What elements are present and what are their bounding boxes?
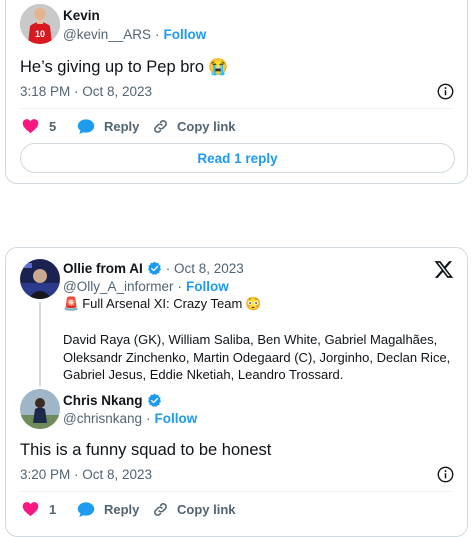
svg-text:10: 10 <box>35 29 45 39</box>
separator-dot: · <box>146 411 151 426</box>
tweet-timestamp[interactable]: 3:18 PM · Oct 8, 2023 <box>20 84 152 99</box>
verified-badge-icon <box>147 261 162 276</box>
lineup-line: Gabriel Jesus, Eddie Nketiah, Leandro Tr… <box>63 367 344 382</box>
tweet-timestamp[interactable]: 3:20 PM · Oct 8, 2023 <box>20 467 152 482</box>
tweet-text: This is a funny squad to be honest <box>20 441 272 459</box>
loudly-crying-emoji: 😭 <box>208 59 228 76</box>
reply-bubble-icon <box>77 501 95 518</box>
reply-bubble-icon <box>77 118 95 135</box>
like-action[interactable]: 5 <box>22 118 56 134</box>
quoted-headline: Full Arsenal XI: Crazy Team <box>82 296 243 311</box>
embedded-tweet-card: 10 Kevin @kevin__ARS · Follow He’s givin… <box>5 0 468 184</box>
follow-button[interactable]: Follow <box>155 411 198 426</box>
divider <box>20 491 453 492</box>
tweet-text: He’s giving up to Pep bro <box>20 57 205 76</box>
divider <box>20 108 453 109</box>
quoted-user-name[interactable]: Ollie from AI <box>63 261 143 276</box>
follow-button[interactable]: Follow <box>164 27 207 42</box>
separator-dot: · <box>155 27 160 42</box>
quoted-follow-button[interactable]: Follow <box>186 279 229 294</box>
like-action[interactable]: 1 <box>22 501 56 517</box>
quoted-lineup: David Raya (GK), William Saliba, Ben Whi… <box>63 331 451 384</box>
read-replies-button[interactable]: Read 1 reply <box>20 143 455 173</box>
reply-label: Reply <box>104 502 140 517</box>
user-name[interactable]: Kevin <box>63 8 100 23</box>
verified-badge-icon <box>147 393 162 408</box>
thread-connector-line <box>39 302 41 386</box>
heart-icon <box>22 501 39 517</box>
quoted-date[interactable]: · Oct 8, 2023 <box>166 261 244 276</box>
reply-action[interactable]: Reply <box>77 501 139 518</box>
embedded-tweet-card: Ollie from AI · Oct 8, 2023 @Olly_A_info… <box>5 247 468 537</box>
police-light-emoji: 🚨 <box>63 295 80 311</box>
reply-label: Reply <box>104 119 140 134</box>
link-icon <box>152 501 169 518</box>
user-handle[interactable]: @chrisnkang <box>63 411 142 426</box>
user-handle[interactable]: @kevin__ARS <box>63 27 151 42</box>
heart-icon <box>22 118 39 134</box>
copy-link-label: Copy link <box>177 502 236 517</box>
link-icon <box>152 118 169 135</box>
avatar[interactable]: 10 <box>20 4 60 44</box>
quoted-user-handle[interactable]: @Olly_A_informer <box>63 279 174 294</box>
user-name[interactable]: Chris Nkang <box>63 393 143 408</box>
info-icon[interactable] <box>437 83 454 100</box>
avatar[interactable] <box>20 389 60 429</box>
like-count: 5 <box>49 118 57 134</box>
copy-link-action[interactable]: Copy link <box>152 118 236 135</box>
info-icon[interactable] <box>437 466 454 483</box>
read-replies-label: Read 1 reply <box>197 150 278 166</box>
quoted-avatar[interactable] <box>20 259 60 299</box>
like-count: 1 <box>49 501 57 517</box>
x-logo-icon[interactable] <box>434 260 454 279</box>
separator-dot: · <box>177 279 183 294</box>
lineup-line: Oleksandr Zinchenko, Martin Odegaard (C)… <box>63 349 451 365</box>
copy-link-action[interactable]: Copy link <box>152 501 236 518</box>
reply-action[interactable]: Reply <box>77 118 139 135</box>
copy-link-label: Copy link <box>177 119 236 134</box>
lineup-line: David Raya (GK), William Saliba, Ben Whi… <box>63 332 438 347</box>
flushed-face-emoji: 😳 <box>245 295 262 311</box>
